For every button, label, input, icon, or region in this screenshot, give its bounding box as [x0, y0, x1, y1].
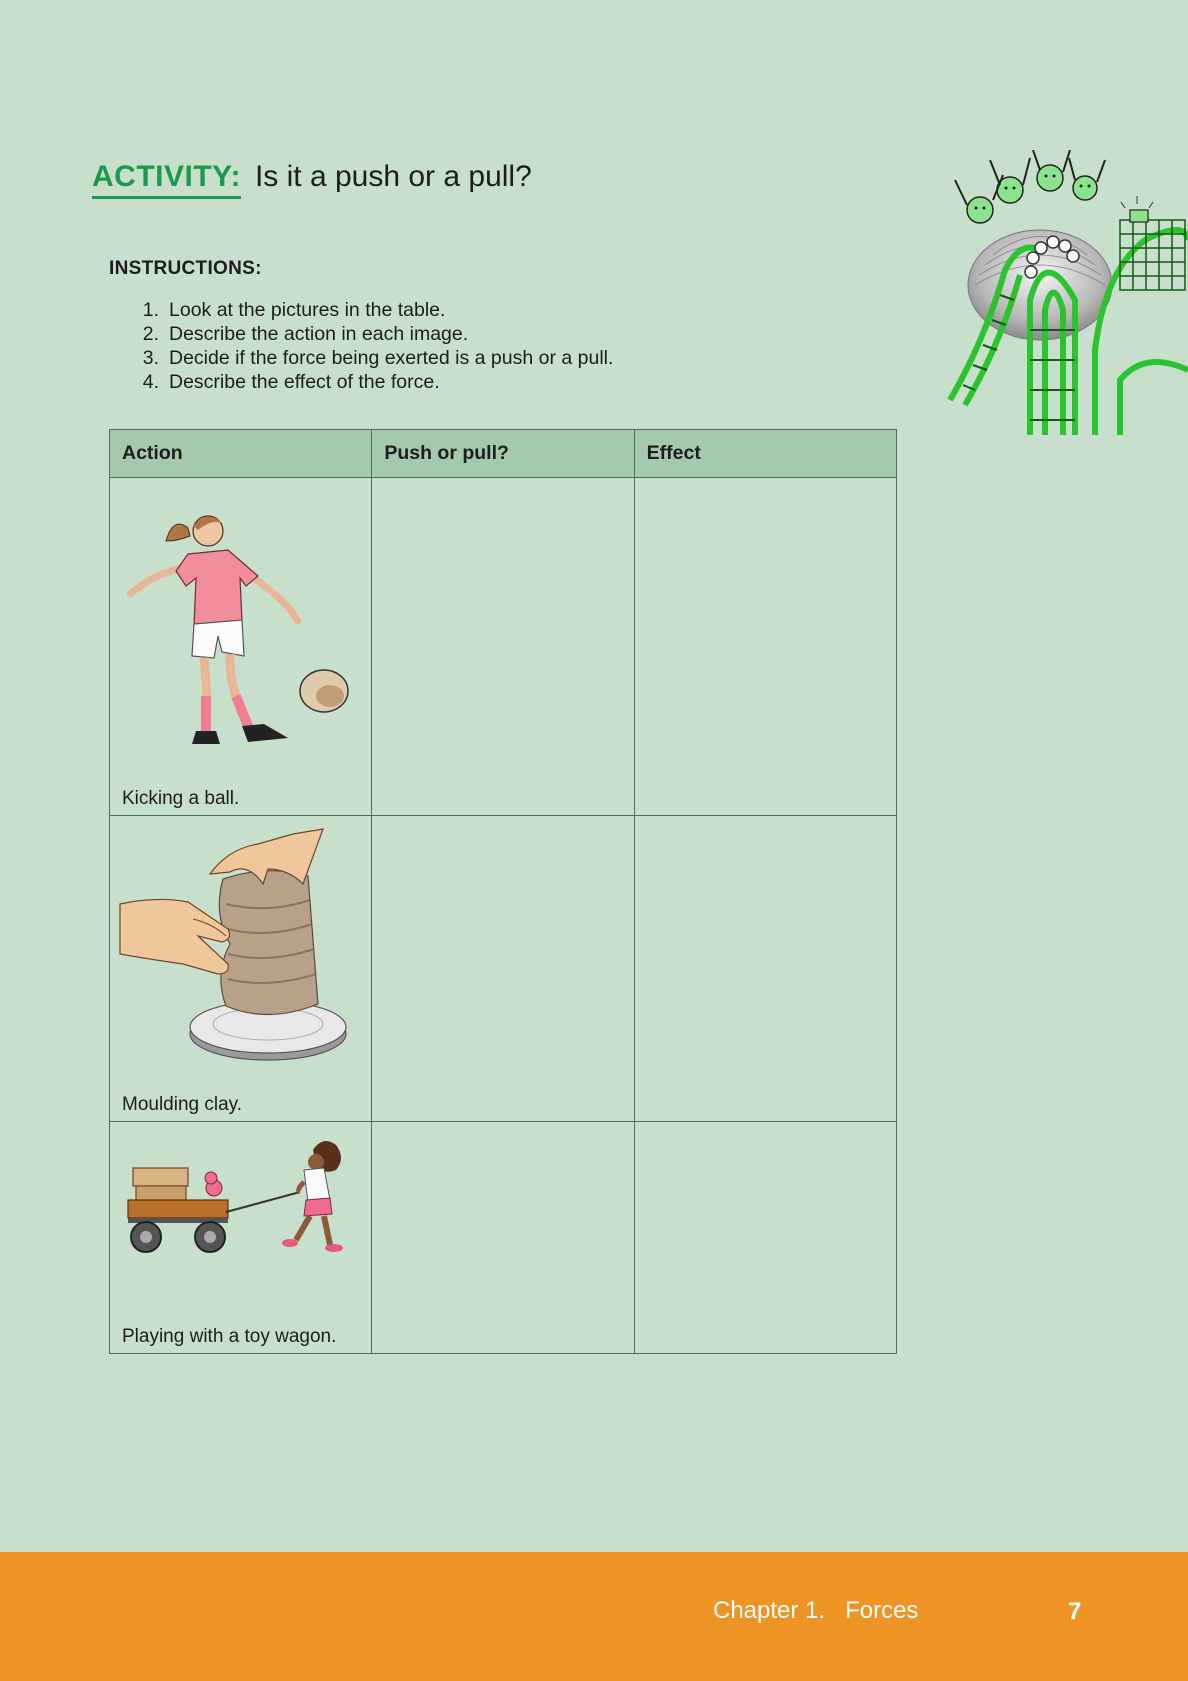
action-caption: Kicking a ball.	[122, 788, 240, 809]
action-cell: Moulding clay.	[108, 815, 373, 1122]
effect-cell[interactable]	[633, 1121, 898, 1354]
page-number: 7	[1068, 1598, 1082, 1625]
column-header-action: Action	[108, 429, 373, 478]
table-row: Playing with a toy wagon.	[108, 1121, 898, 1354]
action-caption: Playing with a toy wagon.	[122, 1326, 337, 1347]
chapter-title: Chapter 1. Forces	[713, 1597, 918, 1625]
instruction-step: 2. Describe the action in each image.	[142, 323, 469, 345]
activity-heading: ACTIVITY: Is it a push or a pull?	[92, 160, 532, 199]
push-or-pull-cell[interactable]	[371, 815, 635, 1122]
table-row: Moulding clay.	[108, 815, 898, 1122]
activity-label: ACTIVITY:	[92, 160, 241, 199]
effect-cell[interactable]	[633, 815, 898, 1122]
girl-kicking-ball-image	[126, 515, 349, 744]
roller-coaster-illustration	[947, 150, 1188, 435]
instruction-step: 4. Describe the effect of the force.	[142, 371, 440, 393]
child-pulling-toy-wagon-image	[127, 1141, 343, 1253]
activity-table: Action Push or pull? Effect Kicking a ba…	[108, 429, 898, 1354]
effect-cell[interactable]	[633, 477, 898, 816]
instruction-step: 3. Decide if the force being exerted is a…	[142, 347, 614, 369]
push-or-pull-cell[interactable]	[371, 477, 635, 816]
table-header-row: Action Push or pull? Effect	[108, 429, 898, 478]
hands-moulding-clay-image	[119, 828, 347, 1061]
activity-title: Is it a push or a pull?	[254, 160, 532, 193]
instruction-step: 1. Look at the pictures in the table.	[142, 299, 446, 321]
table-row: Kicking a ball.	[108, 477, 898, 816]
column-header-effect: Effect	[633, 429, 898, 478]
instructions-title: INSTRUCTIONS:	[109, 258, 262, 279]
push-or-pull-cell[interactable]	[371, 1121, 635, 1354]
column-header-push-or-pull: Push or pull?	[371, 429, 635, 478]
instruction-list: 1. Look at the pictures in the table. 2. D…	[132, 298, 614, 394]
chapter-label: Chapter 1.	[713, 1597, 826, 1624]
action-caption: Moulding clay.	[122, 1094, 243, 1115]
page-footer	[0, 1552, 1188, 1681]
action-cell: Kicking a ball.	[108, 477, 373, 816]
action-cell: Playing with a toy wagon.	[108, 1121, 373, 1354]
chapter-name: Forces	[845, 1597, 919, 1624]
